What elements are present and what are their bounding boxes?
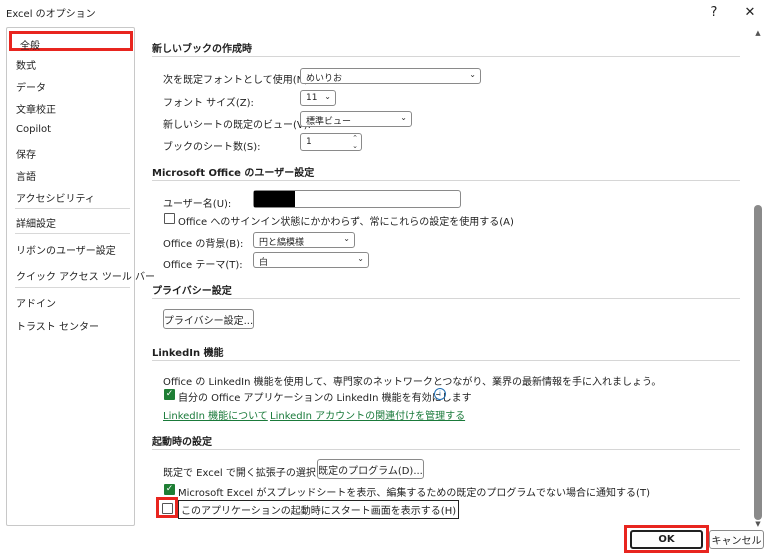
chevron-down-icon: ⌄ <box>343 234 350 243</box>
default-font-dropdown[interactable]: めいりお ⌄ <box>300 68 481 84</box>
default-view-label: 新しいシートの既定のビュー(V): <box>163 120 312 131</box>
privacy-settings-button[interactable]: プライバシー設定... <box>163 309 254 329</box>
sidebar-separator <box>15 233 130 234</box>
section-divider <box>152 360 740 361</box>
sidebar-item-trust-center[interactable]: トラスト センター <box>16 318 99 333</box>
sidebar-item-data[interactable]: データ <box>16 79 46 94</box>
spinner-arrows-icon[interactable]: ⌃ ⌄ <box>352 134 358 150</box>
always-use-settings-label: Office へのサインイン状態にかかわらず、常にこれらの設定を使用する(A) <box>178 217 514 228</box>
sidebar-item-accessibility[interactable]: アクセシビリティ <box>16 190 95 205</box>
username-input[interactable] <box>253 190 461 208</box>
sidebar-item-language[interactable]: 言語 <box>16 168 36 183</box>
linkedin-enable-checkbox[interactable]: ✓ <box>164 389 175 400</box>
info-icon[interactable]: i <box>434 388 446 400</box>
cancel-button[interactable]: キャンセル <box>709 530 764 549</box>
close-button[interactable]: ✕ <box>739 2 761 22</box>
sidebar-separator <box>15 208 130 209</box>
notify-default-checkbox[interactable]: ✓ <box>164 484 175 495</box>
office-background-label: Office の背景(B): <box>163 239 244 250</box>
font-size-label: フォント サイズ(Z): <box>163 98 254 109</box>
sidebar-item-addins[interactable]: アドイン <box>16 295 56 310</box>
always-use-settings-checkbox[interactable] <box>164 213 175 224</box>
category-sidebar: 全般 数式 データ 文章校正 Copilot 保存 言語 アクセシビリティ 詳細… <box>6 27 155 526</box>
show-start-screen-label: このアプリケーションの起動時にスタート画面を表示する(H) <box>178 500 460 519</box>
section-divider <box>152 298 740 299</box>
checkmark-icon: ✓ <box>165 389 174 399</box>
sidebar-item-quick-access-toolbar[interactable]: クイック アクセス ツール バー <box>16 268 155 283</box>
scroll-up-icon[interactable]: ▲ <box>752 29 764 41</box>
sidebar-item-proofing[interactable]: 文章校正 <box>16 101 56 116</box>
office-background-dropdown[interactable]: 円と縞模様 ⌄ <box>253 232 355 248</box>
new-book-heading: 新しいブックの作成時 <box>152 44 252 55</box>
office-theme-dropdown[interactable]: 白 ⌄ <box>253 252 369 268</box>
default-font-label: 次を既定フォントとして使用(N): <box>163 75 312 86</box>
sidebar-item-general[interactable]: 全般 <box>9 31 133 52</box>
sidebar-item-save[interactable]: 保存 <box>16 146 36 161</box>
section-divider <box>152 180 740 181</box>
sidebar-item-customize-ribbon[interactable]: リボンのユーザー設定 <box>16 242 116 257</box>
sheet-count-stepper[interactable]: 1 ⌃ ⌄ <box>300 133 362 151</box>
sidebar-item-formulas[interactable]: 数式 <box>16 57 36 72</box>
office-theme-value: 白 <box>259 258 269 268</box>
linkedin-description: Office の LinkedIn 機能を使用して、専門家のネットワークとつなが… <box>163 377 662 388</box>
privacy-heading: プライバシー設定 <box>152 286 232 297</box>
sheet-count-label: ブックのシート数(S): <box>163 142 261 153</box>
ok-button[interactable]: OK <box>630 530 703 549</box>
linkedin-about-link[interactable]: LinkedIn 機能について <box>163 407 268 422</box>
close-icon: ✕ <box>744 4 756 20</box>
font-size-value: 11 <box>306 93 318 103</box>
default-view-dropdown[interactable]: 標準ビュー ⌄ <box>300 111 412 127</box>
chevron-down-icon: ⌄ <box>357 254 364 263</box>
chevron-down-icon: ⌄ <box>469 70 476 79</box>
sidebar-item-copilot[interactable]: Copilot <box>16 124 51 135</box>
default-view-value: 標準ビュー <box>306 117 352 127</box>
notify-default-label: Microsoft Excel がスプレッドシートを表示、編集するための既定のプ… <box>178 488 650 499</box>
show-start-screen-checkbox[interactable] <box>162 503 173 514</box>
linkedin-manage-link[interactable]: LinkedIn アカウントの関連付けを管理する <box>270 407 465 422</box>
redacted-block <box>254 191 295 207</box>
chevron-down-icon: ⌄ <box>324 92 331 101</box>
user-settings-heading: Microsoft Office のユーザー設定 <box>152 168 315 179</box>
checkmark-icon: ✓ <box>165 484 174 494</box>
sidebar-separator <box>15 287 130 288</box>
office-theme-label: Office テーマ(T): <box>163 260 243 271</box>
sidebar-item-advanced[interactable]: 詳細設定 <box>16 215 56 230</box>
section-divider <box>152 56 740 57</box>
username-label: ユーザー名(U): <box>163 199 232 210</box>
default-font-value: めいりお <box>306 74 343 84</box>
chevron-down-icon: ⌄ <box>400 113 407 122</box>
scrollbar-thumb[interactable] <box>754 205 762 520</box>
linkedin-heading: LinkedIn 機能 <box>152 348 224 359</box>
default-programs-button[interactable]: 既定のプログラム(D)... <box>317 459 424 479</box>
font-size-dropdown[interactable]: 11 ⌄ <box>300 90 336 106</box>
section-divider <box>152 449 740 450</box>
linkedin-enable-label: 自分の Office アプリケーションの LinkedIn 機能を有効にします <box>178 393 472 404</box>
office-background-value: 円と縞模様 <box>259 238 305 248</box>
sheet-count-value: 1 <box>306 137 312 147</box>
title-bar: Excel のオプション ? ✕ <box>0 0 770 26</box>
default-extensions-label: 既定で Excel で開く拡張子の選択: <box>163 468 320 479</box>
startup-heading: 起動時の設定 <box>152 437 212 448</box>
window-title: Excel のオプション <box>6 9 96 20</box>
help-button[interactable]: ? <box>703 2 725 22</box>
